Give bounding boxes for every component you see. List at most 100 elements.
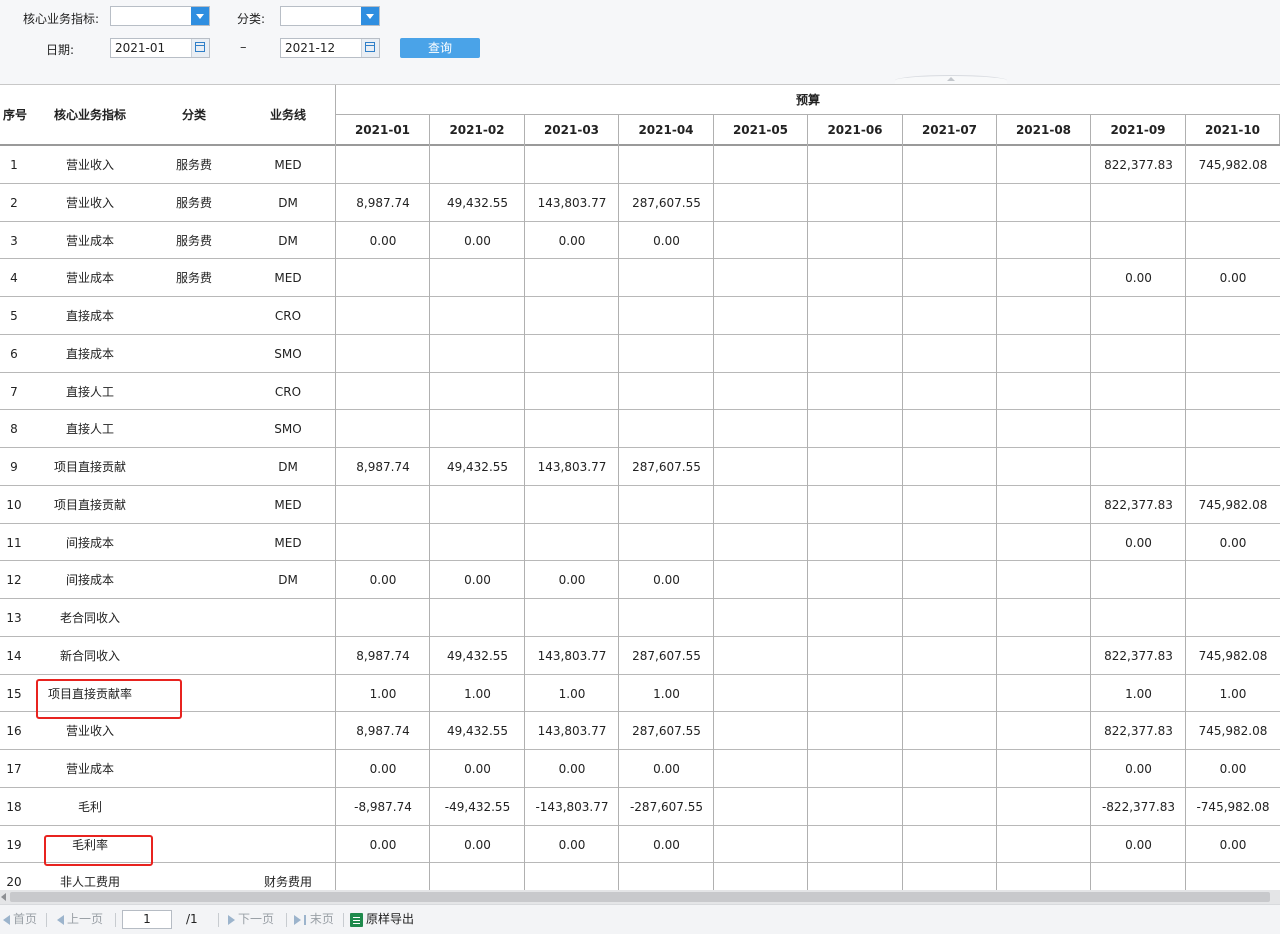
horizontal-scrollbar[interactable] bbox=[0, 890, 1280, 904]
next-page-button[interactable]: 下一页 bbox=[228, 905, 274, 934]
cell-value bbox=[808, 599, 903, 637]
cell-value bbox=[1091, 335, 1186, 373]
table-row: 4 营业成本 服务费 MED 0.00 0.00 bbox=[0, 259, 1280, 297]
table-row: 12 间接成本 DM 0.00 0.00 0.00 0.00 bbox=[0, 561, 1280, 599]
cell-value: 0.00 bbox=[558, 762, 586, 776]
cell-value bbox=[619, 146, 714, 184]
cell-value bbox=[997, 297, 1091, 335]
cell-value bbox=[808, 561, 903, 599]
cell-value bbox=[430, 259, 525, 297]
cell-value bbox=[903, 561, 997, 599]
cell-category bbox=[150, 863, 238, 891]
cell-value: 0.00 bbox=[369, 573, 397, 588]
cell-value bbox=[714, 561, 808, 599]
cell-value bbox=[714, 146, 808, 184]
cell-value bbox=[1186, 410, 1280, 448]
cell-value bbox=[619, 410, 714, 448]
prev-page-button[interactable]: 上一页 bbox=[57, 905, 103, 934]
cell-value: 8,987.74 bbox=[356, 195, 410, 210]
first-page-button[interactable]: 首页 bbox=[3, 905, 37, 934]
calendar-icon[interactable] bbox=[191, 39, 209, 57]
cell-business-line: MED bbox=[274, 535, 302, 550]
cell-value: 0.00 bbox=[1219, 271, 1247, 286]
cell-category bbox=[150, 410, 238, 448]
cell-value bbox=[903, 184, 997, 222]
cell-value: 0.00 bbox=[653, 837, 680, 852]
cell-no: 2 bbox=[10, 195, 18, 210]
cell-value: 0.00 bbox=[464, 837, 491, 852]
cell-no: 9 bbox=[10, 460, 18, 474]
scroll-left-arrow-icon[interactable] bbox=[1, 893, 6, 901]
category-select[interactable] bbox=[280, 6, 380, 26]
cell-value bbox=[997, 486, 1091, 524]
cell-value bbox=[808, 184, 903, 222]
cell-value bbox=[903, 863, 997, 891]
date-from-input[interactable]: 2021-01 bbox=[110, 38, 210, 58]
date-to-input[interactable]: 2021-12 bbox=[280, 38, 380, 58]
header-no: 序号 bbox=[2, 108, 27, 122]
total-pages: /1 bbox=[186, 912, 198, 926]
cell-value: 287,607.55 bbox=[632, 460, 701, 474]
cell-indicator: 项目直接贡献 bbox=[53, 497, 126, 512]
cell-category: 服务费 bbox=[175, 271, 212, 286]
cell-no: 17 bbox=[6, 762, 22, 776]
cell-value bbox=[430, 373, 525, 411]
cell-value bbox=[903, 222, 997, 260]
calendar-icon[interactable] bbox=[361, 39, 379, 57]
cell-value bbox=[714, 750, 808, 788]
cell-value: 0.00 bbox=[369, 762, 397, 776]
cell-value bbox=[619, 599, 714, 637]
cell-value bbox=[525, 335, 619, 373]
cell-indicator: 新合同收入 bbox=[59, 648, 120, 663]
cell-value: 745,982.08 bbox=[1198, 648, 1268, 663]
header-budget-group: 预算 bbox=[336, 85, 1280, 115]
cell-no: 5 bbox=[10, 309, 18, 323]
cell-value bbox=[714, 863, 808, 891]
cell-indicator: 间接成本 bbox=[65, 535, 114, 550]
table-row: 17 营业成本 0.00 0.00 0.00 0.00 0.00 0.00 bbox=[0, 750, 1280, 788]
cell-no: 14 bbox=[6, 648, 22, 663]
cell-value bbox=[903, 448, 997, 486]
cell-value bbox=[903, 410, 997, 448]
cell-value bbox=[997, 335, 1091, 373]
cell-value bbox=[1091, 297, 1186, 335]
cell-value bbox=[903, 712, 997, 750]
cell-value: -49,432.55 bbox=[444, 799, 511, 814]
last-page-button[interactable]: 末页 bbox=[294, 905, 334, 934]
cell-value: 0.00 bbox=[1125, 762, 1152, 776]
scrollbar-thumb[interactable] bbox=[10, 892, 1270, 902]
query-button[interactable]: 查询 bbox=[400, 38, 480, 58]
cell-value bbox=[336, 599, 430, 637]
cell-value bbox=[714, 184, 808, 222]
chevron-down-icon[interactable] bbox=[191, 7, 209, 25]
cell-indicator: 毛利 bbox=[77, 799, 102, 814]
export-button[interactable]: 原样导出 bbox=[350, 905, 414, 934]
cell-value bbox=[808, 146, 903, 184]
next-page-label: 下一页 bbox=[238, 912, 275, 926]
chevron-down-icon[interactable] bbox=[361, 7, 379, 25]
cell-value bbox=[619, 486, 714, 524]
cell-value: 745,982.08 bbox=[1198, 158, 1268, 172]
cell-business-line: DM bbox=[278, 573, 298, 588]
cell-value bbox=[808, 826, 903, 864]
cell-value bbox=[997, 222, 1091, 260]
cell-value bbox=[430, 410, 525, 448]
indicator-select[interactable] bbox=[110, 6, 210, 26]
date-from-value: 2021-01 bbox=[115, 41, 166, 55]
table-row: 5 直接成本 CRO bbox=[0, 297, 1280, 335]
cell-value: 1.00 bbox=[653, 686, 680, 701]
page-number-input[interactable]: 1 bbox=[122, 910, 172, 929]
cell-category bbox=[150, 637, 238, 675]
cell-value bbox=[997, 863, 1091, 891]
table-row: 1 营业收入 服务费 MED 822,377.83 745,982.08 bbox=[0, 146, 1280, 184]
cell-value bbox=[997, 410, 1091, 448]
cell-value: 822,377.83 bbox=[1104, 724, 1173, 739]
cell-value bbox=[430, 863, 525, 891]
cell-value bbox=[997, 675, 1091, 713]
cell-business-line bbox=[238, 637, 338, 675]
cell-value bbox=[525, 486, 619, 524]
cell-value: 287,607.55 bbox=[632, 724, 701, 739]
cell-value bbox=[336, 146, 430, 184]
pager-separator bbox=[286, 913, 287, 927]
cell-value bbox=[714, 524, 808, 562]
